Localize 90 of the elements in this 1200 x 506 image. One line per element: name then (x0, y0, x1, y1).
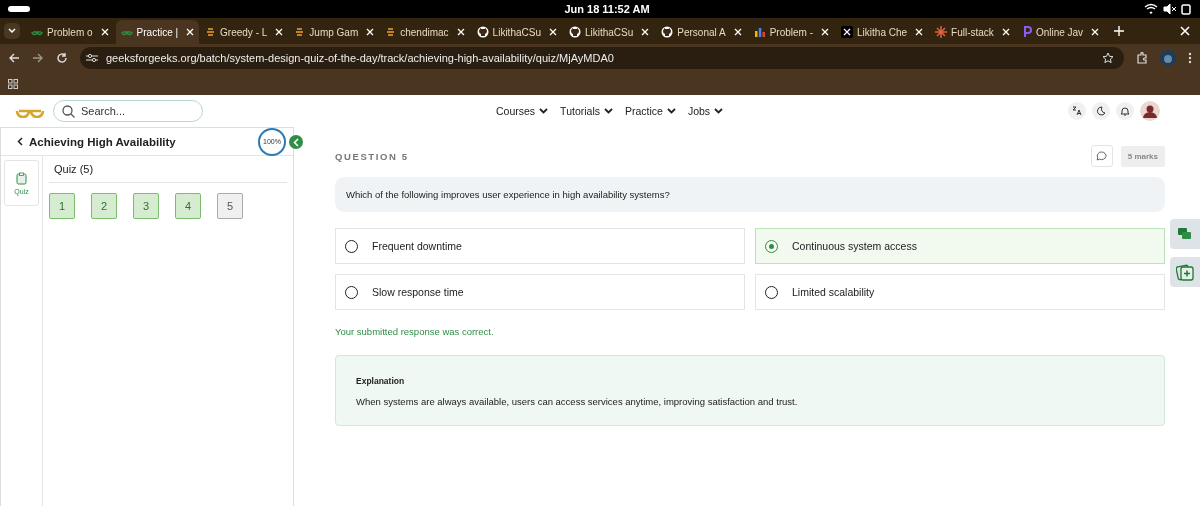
bell-icon[interactable] (1116, 102, 1134, 120)
chevron-down-icon (666, 108, 676, 114)
browser-tab[interactable]: LikithaCSu (563, 20, 655, 44)
github-icon (568, 26, 581, 38)
site-settings-icon[interactable] (86, 53, 98, 63)
slash-icon (386, 26, 397, 38)
bookmark-star-icon[interactable] (1102, 52, 1114, 64)
chevron-left-icon (293, 137, 299, 147)
close-tab-icon[interactable] (548, 28, 557, 36)
nav-menu[interactable]: Courses (496, 105, 549, 117)
browser-tab[interactable]: Practice | (115, 20, 200, 44)
x-icon (841, 26, 854, 38)
comment-button[interactable] (1090, 145, 1113, 167)
result-message: Your submitted response was correct. (335, 326, 495, 337)
avatar-icon[interactable] (1140, 101, 1160, 121)
extensions-icon[interactable] (1136, 52, 1148, 64)
explanation-title: Explanation (356, 376, 406, 386)
answer-option[interactable]: Frequent downtime (335, 228, 745, 264)
close-tab-icon[interactable] (366, 28, 375, 36)
browser-tab[interactable]: Likitha Che (836, 20, 929, 44)
moon-icon[interactable] (1092, 102, 1110, 120)
question-number-button[interactable]: 3 (133, 193, 159, 219)
add-card-icon[interactable] (1170, 257, 1200, 287)
letter-p-icon (1021, 26, 1032, 38)
close-tab-icon[interactable] (915, 28, 924, 36)
comment-icon (1096, 151, 1108, 161)
section-title: Quiz (5) (49, 156, 287, 183)
logo-icon (31, 28, 43, 36)
chat-icon[interactable] (1170, 219, 1200, 249)
back-icon[interactable] (17, 137, 23, 146)
question-number-button[interactable]: 4 (175, 193, 201, 219)
answer-option[interactable]: Continuous system access (755, 228, 1165, 264)
explanation-text: When systems are always available, users can access services anytime, improving satisfaction and trust. (356, 396, 799, 407)
chevron-down-icon (604, 108, 613, 114)
close-tab-icon[interactable] (1001, 28, 1010, 36)
close-tab-icon[interactable] (275, 28, 284, 36)
nav-menu[interactable]: Tutorials (560, 105, 613, 117)
answer-option[interactable]: Slow response time (335, 274, 745, 310)
question-number-button[interactable]: 2 (91, 193, 117, 219)
question-number-button[interactable]: 5 (217, 193, 243, 219)
chevron-down-icon (714, 108, 724, 114)
apps-icon[interactable] (8, 78, 18, 89)
browser-tab[interactable]: Problem - (748, 20, 835, 44)
logo-icon (120, 28, 133, 36)
browser-tab[interactable]: Jump Gam (290, 20, 380, 44)
browser-tab[interactable]: Greedy - L (201, 20, 289, 44)
menu-icon[interactable] (1188, 52, 1192, 64)
github-icon (476, 26, 489, 38)
caret-icon (8, 28, 16, 34)
question-heading: QUESTION 5 (335, 150, 410, 162)
course-title: Achieving High Availability (29, 135, 177, 148)
marks-badge: 5 marks (1120, 145, 1165, 167)
browser-tab[interactable]: Online Jav (1016, 20, 1105, 44)
close-tab-icon[interactable] (456, 28, 465, 36)
new-tab-icon[interactable] (1114, 26, 1125, 36)
reload-icon[interactable] (56, 52, 68, 64)
browser-tab[interactable]: Problem o (26, 20, 114, 44)
browser-tab[interactable]: Full-stack (930, 20, 1015, 44)
close-tab-icon[interactable] (641, 28, 650, 36)
search-field[interactable]: Search... (53, 100, 203, 122)
close-tab-icon[interactable] (821, 28, 830, 36)
slash-icon (206, 26, 217, 38)
chevron-down-icon (539, 108, 549, 114)
bar-chart-icon (753, 26, 766, 38)
answer-option[interactable]: Limited scalability (755, 274, 1165, 310)
tab-search-button[interactable] (4, 23, 20, 39)
workspace-indicator-icon (8, 6, 30, 12)
close-icon[interactable] (1180, 26, 1190, 36)
nav-menu[interactable]: Jobs (687, 105, 724, 117)
search-icon (62, 105, 75, 118)
close-tab-icon[interactable] (733, 28, 742, 36)
forward-icon[interactable] (32, 52, 44, 64)
system-tray-icon[interactable] (1144, 3, 1192, 15)
question-text: Which of the following improves user experience in high availability systems? (335, 177, 1165, 212)
collapse-button[interactable] (289, 135, 303, 149)
browser-tab[interactable]: LikithaCSu (471, 20, 562, 44)
close-tab-icon[interactable] (1091, 28, 1100, 36)
question-number-button[interactable]: 1 (49, 193, 75, 219)
browser-tab[interactable]: chendimac (381, 20, 470, 44)
clock: Jun 18 11:52 AM (564, 3, 650, 15)
github-icon (661, 26, 674, 38)
address-bar[interactable]: geeksforgeeks.org/batch/system-design-quiz-of-the-day/track/achieving-high-availability/quiz/MjAyMDA0 (80, 47, 1124, 69)
clipboard-icon (16, 171, 27, 185)
nav-menu[interactable]: Practice (625, 105, 676, 117)
browser-tab[interactable]: Personal A (656, 20, 747, 44)
slash-icon (295, 26, 306, 38)
close-tab-icon[interactable] (186, 28, 195, 36)
translate-icon[interactable] (1068, 102, 1086, 120)
close-tab-icon[interactable] (100, 28, 109, 36)
starburst-icon (935, 26, 948, 38)
